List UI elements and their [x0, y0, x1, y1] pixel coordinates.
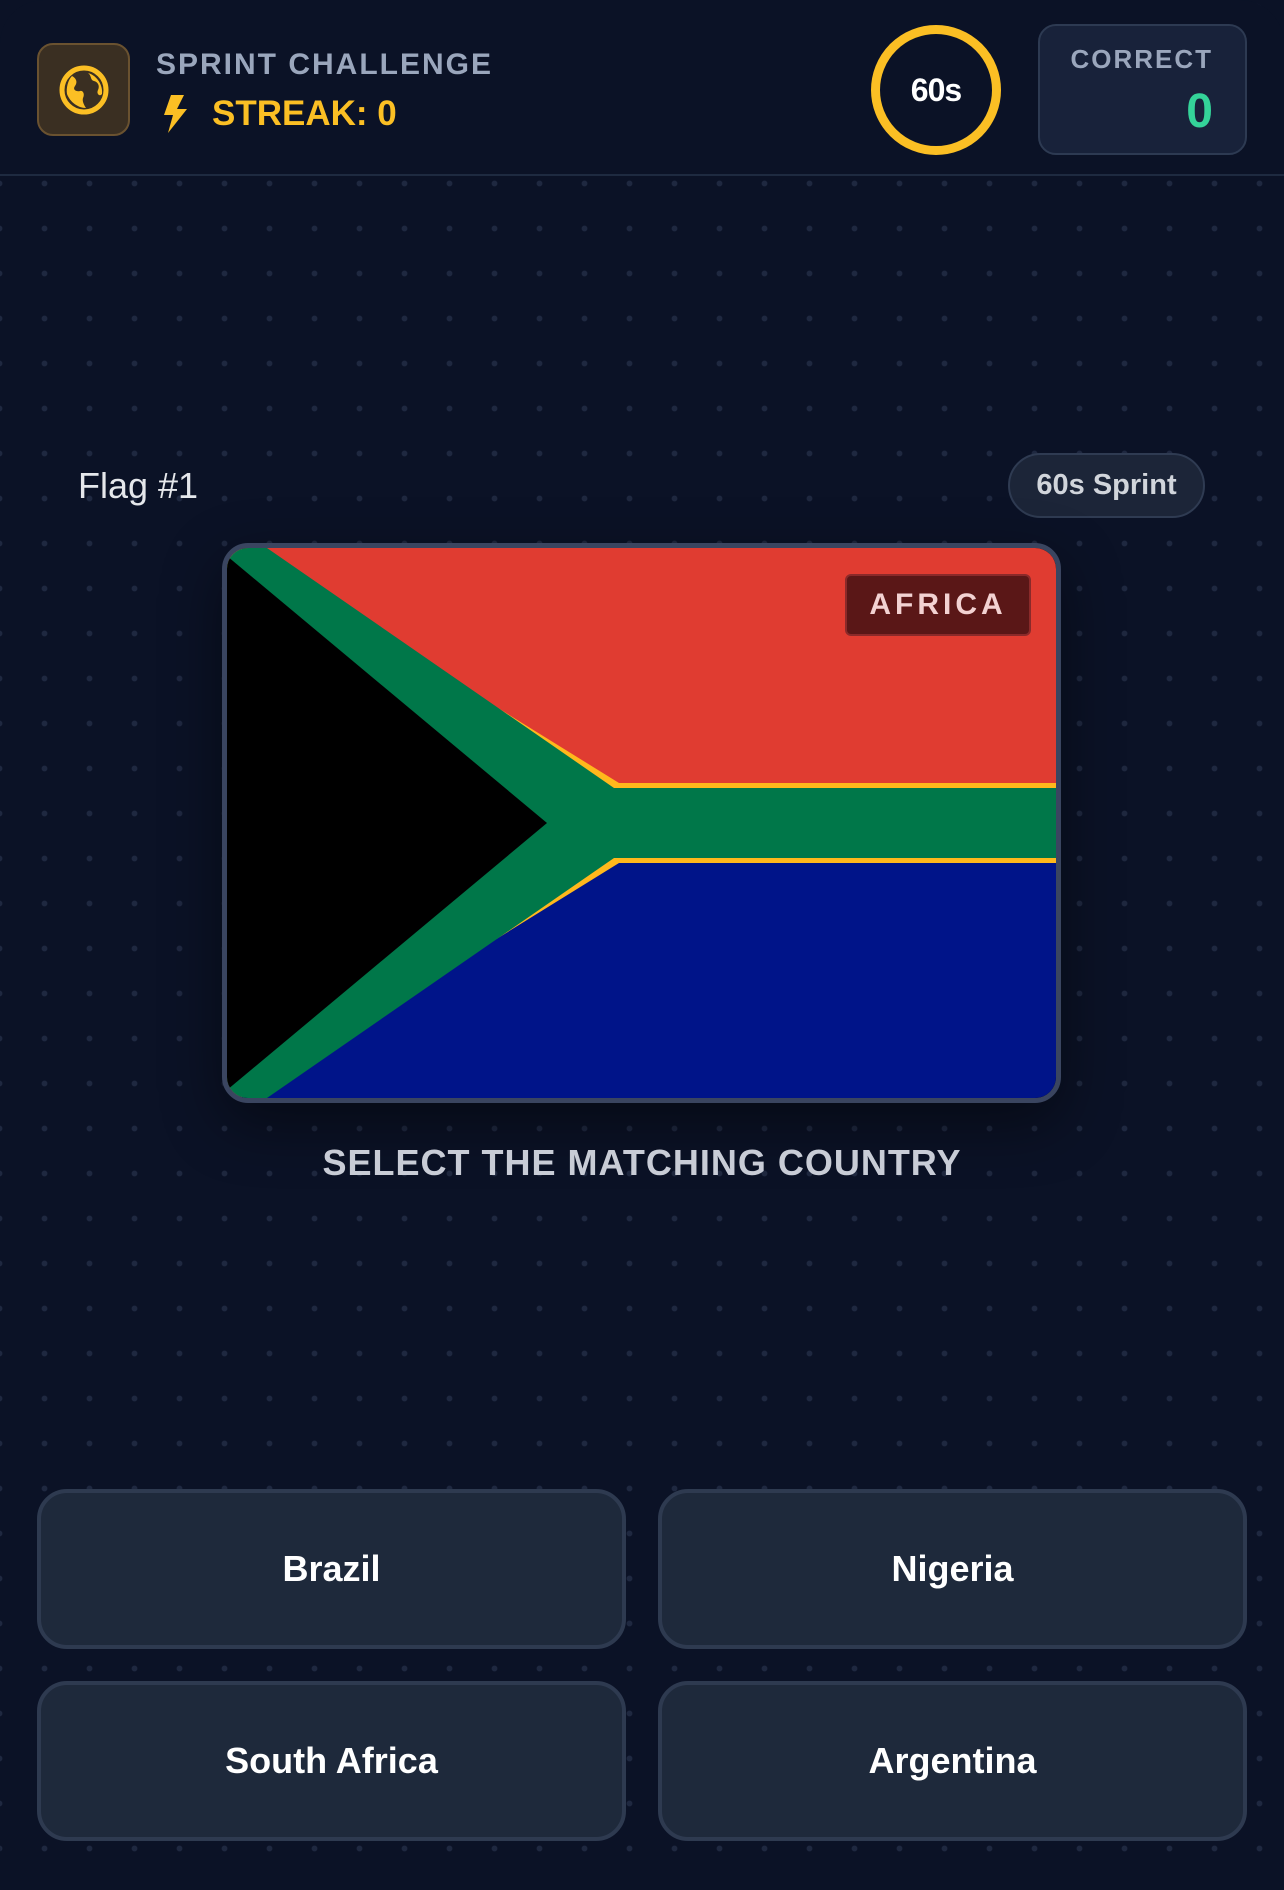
score-label: CORRECT	[1070, 44, 1213, 74]
answer-label: Argentina	[868, 1740, 1037, 1781]
answer-button-nigeria[interactable]: Nigeria	[658, 1489, 1247, 1649]
answer-label: South Africa	[225, 1740, 438, 1781]
header-bar: SPRINT CHALLENGE STREAK: 0 60s CORRECT 0	[0, 0, 1284, 176]
streak-display: STREAK: 0	[162, 94, 397, 134]
question-prompt: SELECT THE MATCHING COUNTRY	[322, 1142, 962, 1183]
timer-value: 60s	[910, 71, 962, 108]
mode-badge-label: 60s Sprint	[1036, 469, 1177, 501]
score-value: 0	[1186, 85, 1213, 138]
streak-label: STREAK: 0	[212, 94, 397, 133]
mode-badge: 60s Sprint	[1008, 453, 1205, 518]
answer-button-brazil[interactable]: Brazil	[37, 1489, 626, 1649]
mode-title: SPRINT CHALLENGE	[156, 48, 494, 81]
answer-button-south-africa[interactable]: South Africa	[37, 1681, 626, 1841]
score-card: CORRECT 0	[1038, 24, 1247, 155]
flag-number: Flag #1	[78, 465, 199, 506]
answer-label: Brazil	[282, 1548, 381, 1589]
globe-button[interactable]	[37, 43, 130, 136]
answer-label: Nigeria	[891, 1548, 1014, 1589]
countdown-timer: 60s	[871, 25, 1001, 155]
game-screen: SPRINT CHALLENGE STREAK: 0 60s CORRECT 0…	[0, 0, 1284, 1890]
answer-button-argentina[interactable]: Argentina	[658, 1681, 1247, 1841]
flag-card: AFRICA	[222, 543, 1061, 1103]
lightning-icon	[164, 95, 187, 133]
globe-icon	[59, 65, 108, 114]
region-label: AFRICA	[869, 588, 1007, 621]
region-tag: AFRICA	[845, 574, 1031, 636]
